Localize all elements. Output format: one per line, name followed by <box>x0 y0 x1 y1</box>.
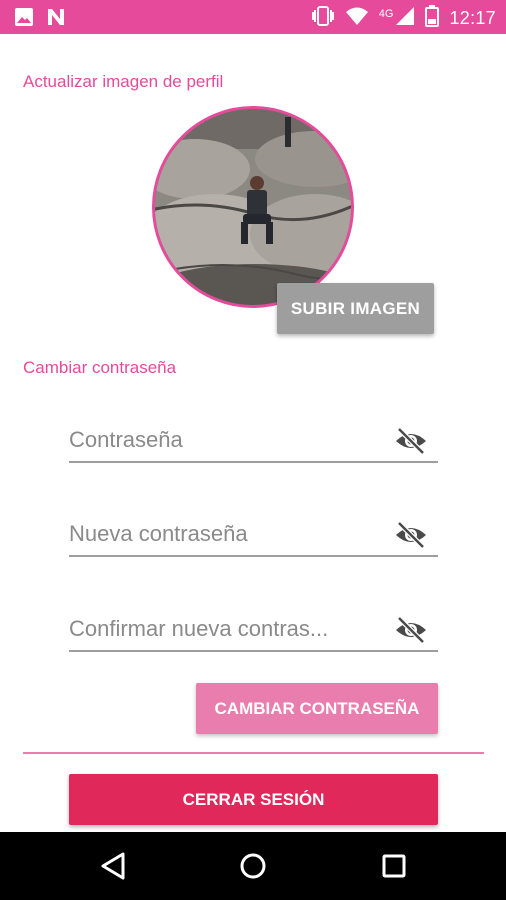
confirm-password-field <box>69 606 438 652</box>
recents-icon[interactable] <box>374 846 414 886</box>
change-password-button[interactable]: CAMBIAR CONTRASEÑA <box>196 683 438 734</box>
new-password-input[interactable] <box>69 517 379 551</box>
home-icon[interactable] <box>233 846 273 886</box>
avatar[interactable] <box>152 106 354 308</box>
upload-image-button[interactable]: SUBIR IMAGEN <box>277 283 434 334</box>
battery-icon <box>425 5 440 32</box>
confirm-password-input[interactable] <box>69 612 379 646</box>
status-bar: 4G 12:17 <box>0 0 506 34</box>
clock: 12:17 <box>449 8 496 28</box>
back-icon[interactable] <box>94 846 134 886</box>
new-password-field <box>69 511 438 557</box>
wifi-icon <box>345 6 369 31</box>
network-type: 4G <box>378 7 394 20</box>
current-password-field <box>69 417 438 463</box>
current-password-input[interactable] <box>69 423 379 457</box>
vibrate-icon <box>311 5 335 32</box>
visibility-off-icon[interactable] <box>394 521 428 549</box>
profile-image-section-label: Actualizar imagen de perfil <box>23 72 224 91</box>
visibility-off-icon[interactable] <box>394 427 428 455</box>
divider <box>23 752 484 754</box>
navigation-bar <box>0 832 506 900</box>
visibility-off-icon[interactable] <box>394 616 428 644</box>
logout-button[interactable]: CERRAR SESIÓN <box>69 774 438 825</box>
signal-icon <box>395 6 415 31</box>
n-notification-icon <box>46 7 66 32</box>
change-password-section-label: Cambiar contraseña <box>23 358 177 377</box>
image-icon <box>14 7 34 32</box>
